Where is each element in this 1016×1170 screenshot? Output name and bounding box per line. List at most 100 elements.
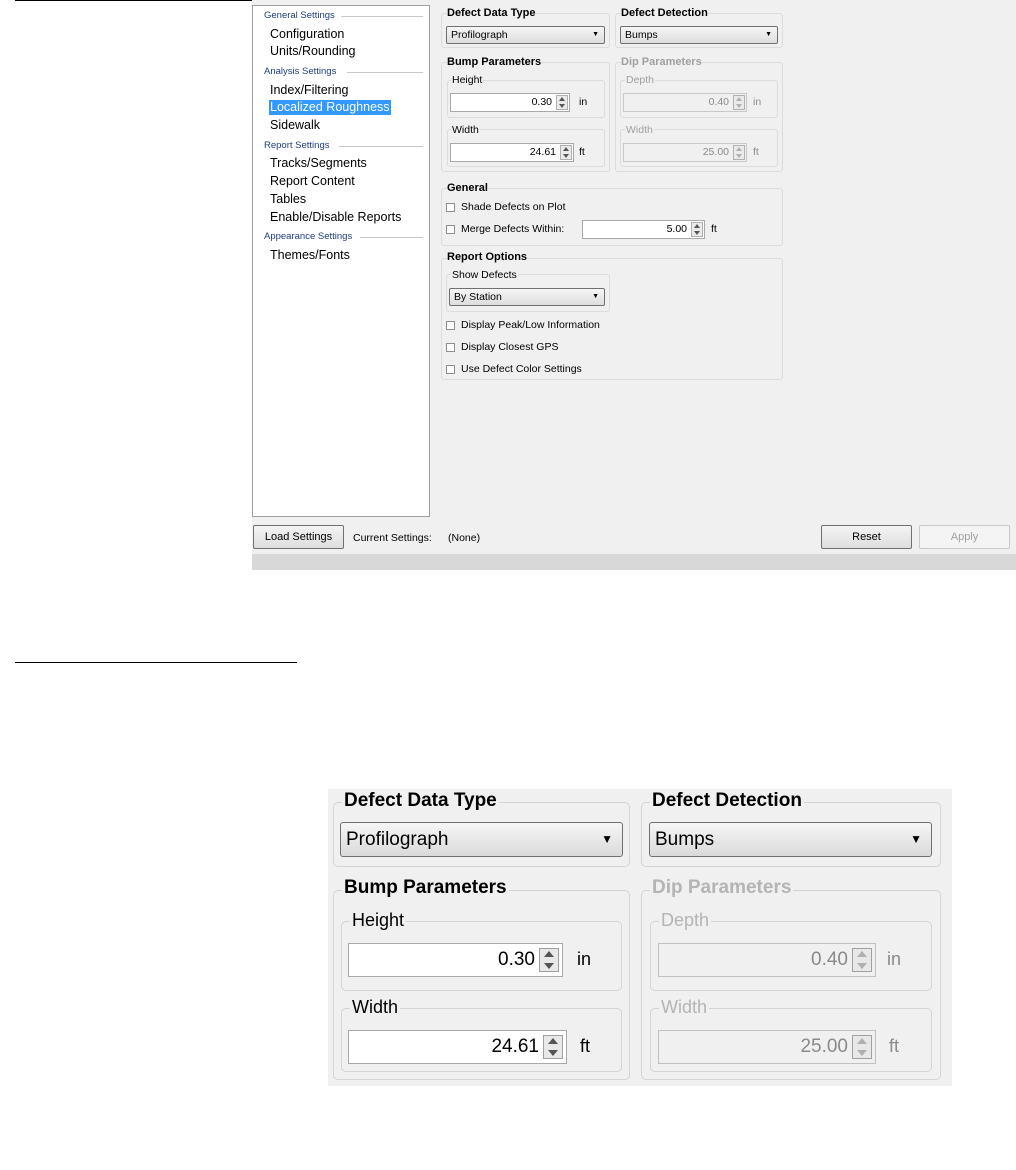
defect-detection-select[interactable]: Bumps ▼: [649, 822, 932, 857]
dip-depth-value: 0.40: [811, 949, 848, 970]
merge-defects-label: Merge Defects Within:: [461, 223, 565, 235]
defect-data-type-select[interactable]: Profilograph ▼: [340, 822, 623, 857]
bump-height-value: 0.30: [498, 949, 535, 970]
closest-gps-label: Display Closest GPS: [461, 341, 559, 353]
nav-item-index-filtering[interactable]: Index/Filtering: [269, 83, 350, 98]
chevron-down-icon: ▼: [765, 31, 772, 38]
bump-width-value: 24.61: [529, 146, 556, 158]
bump-height-input[interactable]: 0.30: [348, 943, 563, 977]
nav-item-tracks-segments[interactable]: Tracks/Segments: [269, 156, 368, 171]
nav-item-units-rounding[interactable]: Units/Rounding: [269, 44, 356, 59]
spinner-icon[interactable]: [556, 95, 568, 110]
dip-depth-input[interactable]: 0.40: [623, 93, 747, 112]
dip-width-value: 25.00: [800, 1036, 848, 1057]
closest-gps-checkbox[interactable]: [446, 343, 455, 352]
current-settings-label: Current Settings:: [353, 532, 432, 544]
chevron-down-icon: ▼: [910, 832, 922, 846]
spinner-icon[interactable]: [733, 95, 745, 110]
merge-defects-checkbox[interactable]: [446, 225, 455, 234]
bump-width-label: Width: [451, 124, 480, 136]
nav-divider: [360, 237, 423, 238]
nav-header-appearance: Appearance Settings: [264, 231, 353, 242]
bump-height-input[interactable]: 0.30: [450, 93, 570, 112]
peak-low-label: Display Peak/Low Information: [461, 319, 600, 331]
section-rule: [15, 662, 297, 663]
nav-item-configuration[interactable]: Configuration: [269, 27, 345, 42]
dip-width-unit: ft: [889, 1036, 900, 1056]
spinner-icon[interactable]: [560, 145, 572, 160]
nav-item-report-content[interactable]: Report Content: [269, 174, 356, 189]
defect-detection-select[interactable]: Bumps ▼: [620, 26, 778, 44]
current-settings-value: (None): [448, 532, 481, 544]
bump-parameters-label: Bump Parameters: [342, 877, 509, 899]
nav-item-localized-roughness[interactable]: Localized Roughness: [269, 100, 391, 115]
nav-item-enable-disable-reports[interactable]: Enable/Disable Reports: [269, 210, 402, 225]
dip-parameters-label: Dip Parameters: [621, 56, 702, 68]
zoomed-panel: Defect Data Type Profilograph ▼ Defect D…: [328, 789, 952, 1086]
settings-nav: General Settings Configuration Units/Rou…: [252, 5, 430, 517]
show-defects-label: Show Defects: [451, 269, 518, 281]
bump-width-input[interactable]: 24.61: [450, 143, 574, 162]
chevron-down-icon: ▼: [592, 293, 599, 300]
bump-height-label: Height: [350, 910, 407, 931]
chevron-down-icon: ▼: [592, 31, 599, 38]
bump-width-input[interactable]: 24.61: [348, 1030, 567, 1064]
bump-height-unit: in: [579, 96, 588, 108]
dip-depth-value: 0.40: [708, 96, 729, 108]
nav-divider: [339, 146, 423, 147]
defect-color-label: Use Defect Color Settings: [461, 363, 582, 375]
apply-button[interactable]: Apply: [919, 525, 1010, 549]
reset-button[interactable]: Reset: [821, 525, 912, 549]
nav-item-themes-fonts[interactable]: Themes/Fonts: [269, 248, 351, 263]
bump-parameters-label: Bump Parameters: [447, 56, 542, 68]
merge-defects-unit: ft: [711, 223, 717, 235]
dip-depth-label: Depth: [659, 910, 712, 931]
spinner-icon[interactable]: [852, 948, 872, 972]
merge-defects-input[interactable]: 5.00: [582, 220, 705, 239]
dip-depth-unit: in: [887, 949, 902, 969]
spinner-icon[interactable]: [691, 222, 703, 237]
peak-low-checkbox[interactable]: [446, 321, 455, 330]
dip-depth-input[interactable]: 0.40: [658, 943, 876, 977]
defect-data-type-label: Defect Data Type: [342, 790, 499, 812]
merge-defects-value: 5.00: [666, 223, 687, 235]
nav-item-tables[interactable]: Tables: [269, 192, 307, 207]
nav-header-analysis: Analysis Settings: [264, 66, 337, 77]
nav-item-sidewalk[interactable]: Sidewalk: [269, 118, 321, 133]
show-defects-select[interactable]: By Station ▼: [449, 288, 605, 306]
bump-width-unit: ft: [580, 1036, 591, 1056]
defect-color-checkbox[interactable]: [446, 365, 455, 374]
dip-width-input[interactable]: 25.00: [658, 1030, 876, 1064]
show-defects-value: By Station: [454, 291, 502, 303]
bump-width-unit: ft: [579, 146, 585, 158]
spinner-icon[interactable]: [539, 948, 559, 972]
dip-parameters-label: Dip Parameters: [650, 877, 794, 899]
chevron-down-icon: ▼: [601, 832, 613, 846]
dip-width-unit: ft: [753, 146, 759, 158]
dip-depth-label: Depth: [625, 74, 656, 86]
dip-depth-unit: in: [753, 96, 762, 108]
defect-detection-label: Defect Detection: [621, 7, 708, 19]
bump-height-value: 0.30: [531, 96, 552, 108]
general-label: General: [447, 182, 488, 194]
dip-width-input[interactable]: 25.00: [623, 143, 747, 162]
spinner-icon[interactable]: [852, 1035, 872, 1059]
nav-divider: [341, 16, 423, 17]
nav-divider: [347, 72, 423, 73]
dip-width-label: Width: [659, 997, 710, 1018]
dip-width-label: Width: [625, 124, 654, 136]
defect-data-type-label: Defect Data Type: [447, 7, 536, 19]
spinner-icon[interactable]: [543, 1035, 563, 1059]
defect-data-type-value: Profilograph: [451, 29, 508, 41]
bump-width-value: 24.61: [491, 1036, 539, 1057]
load-settings-button[interactable]: Load Settings: [253, 525, 344, 549]
bump-height-unit: in: [577, 949, 592, 969]
defect-data-type-value: Profilograph: [346, 829, 449, 850]
defect-detection-label: Defect Detection: [650, 790, 804, 812]
dialog-bottom-strip: [252, 554, 1016, 570]
spinner-icon[interactable]: [733, 145, 745, 160]
shade-defects-label: Shade Defects on Plot: [461, 201, 566, 213]
defect-detection-value: Bumps: [655, 829, 715, 850]
defect-data-type-select[interactable]: Profilograph ▼: [446, 26, 605, 44]
shade-defects-checkbox[interactable]: [446, 203, 455, 212]
